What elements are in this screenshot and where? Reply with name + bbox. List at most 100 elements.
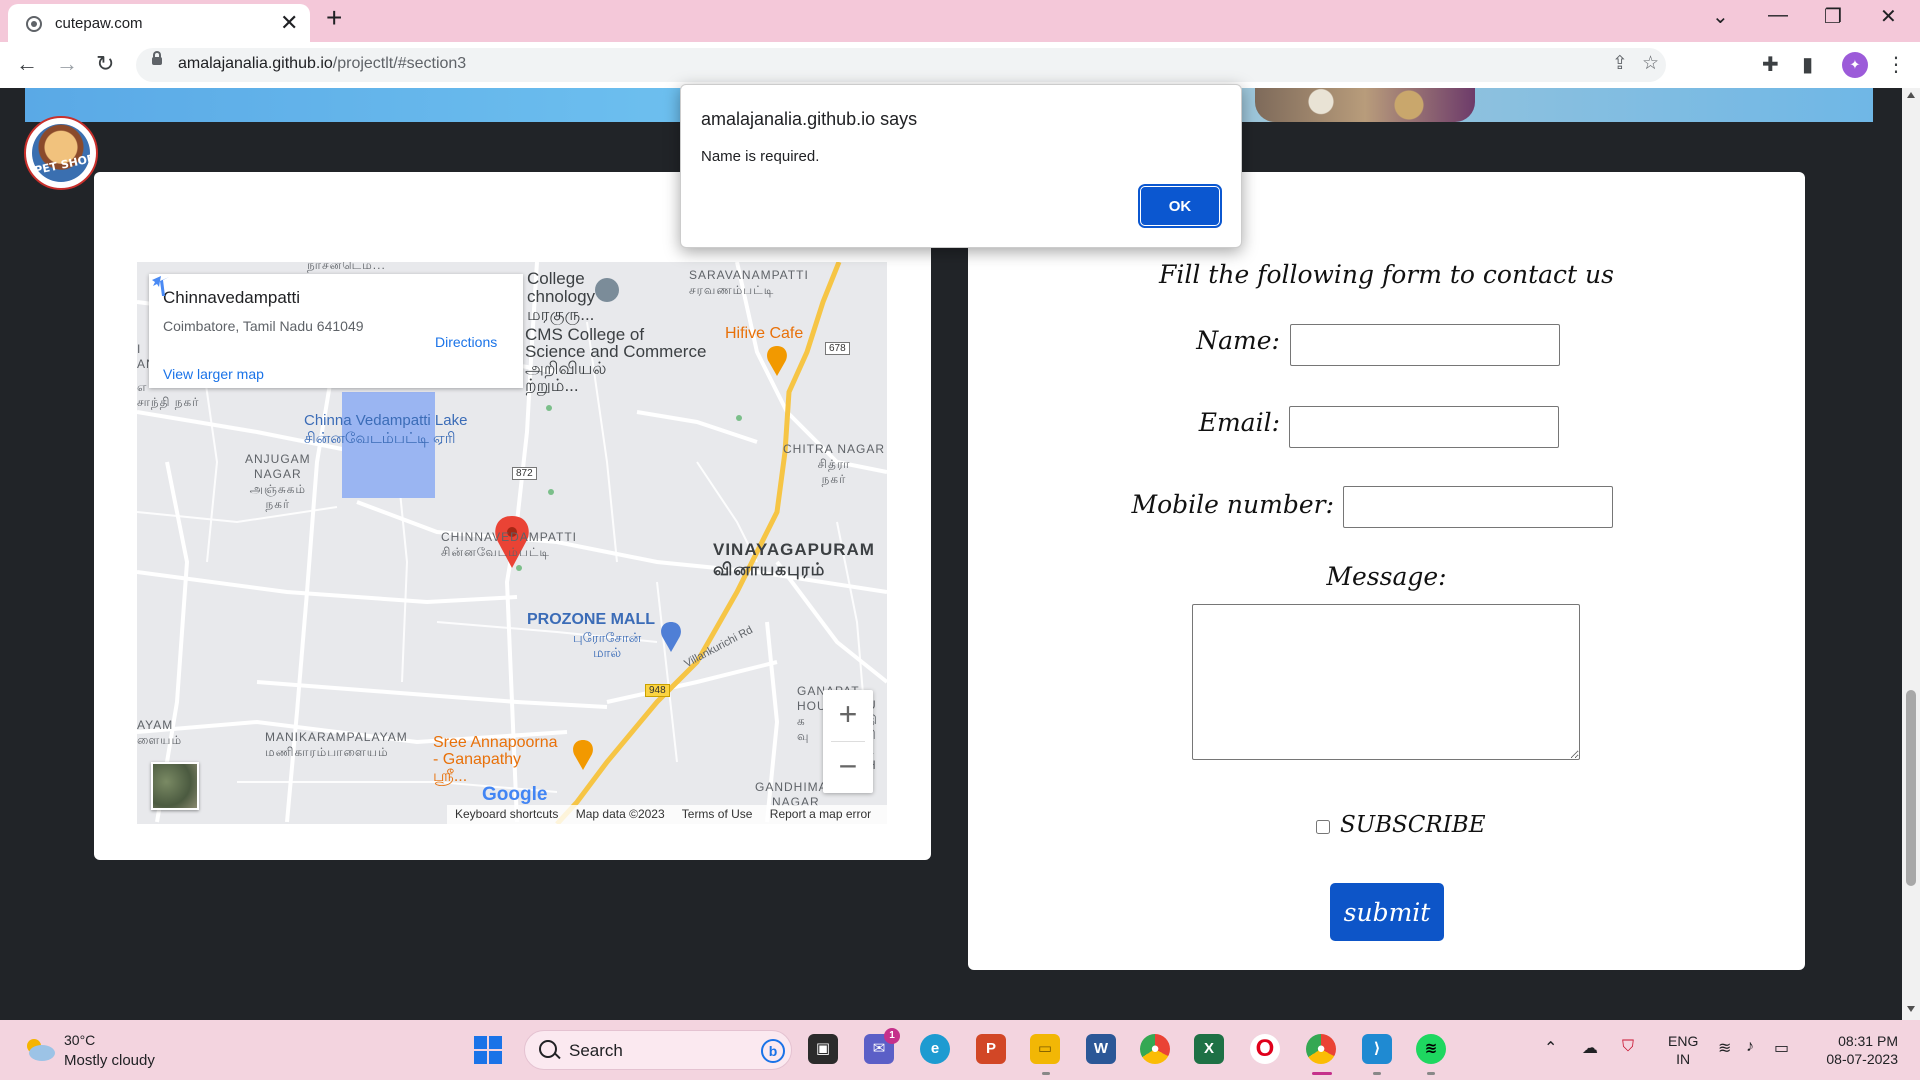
name-label: Name:: [1196, 326, 1280, 355]
maximize-button[interactable]: ❐: [1824, 4, 1842, 29]
globe-icon: [26, 16, 42, 32]
map-label-cms-college: CMS College of Science and Commerce அறிவ…: [525, 325, 707, 395]
profile-avatar[interactable]: ✦: [1842, 52, 1868, 78]
word-icon[interactable]: W: [1086, 1034, 1116, 1064]
weather-description[interactable]: Mostly cloudy: [64, 1052, 155, 1069]
url-field[interactable]: amalajanalia.github.io/projectlt/#sectio…: [136, 48, 1666, 82]
tab-strip: cutepaw.com ✕ + ⌄ — ❐ ✕: [0, 0, 1920, 42]
map-label-prozone-tamil: புரோசோன் மால்: [573, 630, 642, 660]
opera-icon[interactable]: O: [1250, 1034, 1280, 1064]
language-indicator[interactable]: ENG IN: [1668, 1032, 1698, 1068]
map-label-chinnavedampatti: CHINNAVEDAMPATTI சின்னவேடம்பட்டி: [441, 530, 578, 559]
back-icon[interactable]: ←: [16, 51, 38, 77]
task-view-icon[interactable]: ▣: [808, 1034, 838, 1064]
tab-title: cutepaw.com: [55, 15, 143, 32]
road-shield-678: 678: [825, 342, 850, 355]
place-name: Chinnavedampatti: [163, 288, 301, 307]
email-label: Email:: [1198, 408, 1280, 437]
map-data-text: Map data ©2023: [575, 807, 665, 821]
road-shield-872: 872: [512, 467, 537, 480]
email-field[interactable]: [1289, 406, 1559, 448]
subscribe-checkbox[interactable]: [1316, 820, 1330, 834]
zoom-in-button[interactable]: +: [823, 690, 873, 740]
view-larger-map-link[interactable]: View larger map: [163, 366, 264, 382]
minimize-button[interactable]: —: [1768, 4, 1788, 27]
notification-badge: 1: [884, 1028, 900, 1044]
bing-icon[interactable]: b: [761, 1039, 785, 1063]
scroll-up-arrow-icon[interactable]: [1907, 92, 1915, 98]
system-clock[interactable]: 08:31 PM 08-07-2023: [1818, 1032, 1898, 1068]
map-label-sree-annapoorna: Sree Annapoorna - Ganapathy ஸ்ரீ...: [433, 734, 558, 785]
browser-tab[interactable]: cutepaw.com ✕: [8, 4, 310, 42]
excel-icon[interactable]: X: [1194, 1034, 1224, 1064]
windows-taskbar: 30°C Mostly cloudy Search b ▣ ✉ 1 e P ▭ W…: [0, 1020, 1920, 1080]
reload-icon[interactable]: ↻: [96, 51, 114, 77]
map-label-college: College chnology மரகுரு...: [527, 269, 596, 324]
terms-of-use-link[interactable]: Terms of Use: [682, 807, 753, 821]
edge-icon[interactable]: e: [920, 1034, 950, 1064]
dialog-message: Name is required.: [701, 148, 820, 165]
powerpoint-icon[interactable]: P: [976, 1034, 1006, 1064]
mcafee-shield-icon[interactable]: ⛉: [1622, 1038, 1634, 1056]
vscode-icon[interactable]: ⟩: [1362, 1034, 1392, 1064]
directions-icon[interactable]: [149, 274, 173, 298]
map-label-saravanampatti: SARAVANAMPATTI சரவணம்பட்டி: [689, 268, 809, 297]
form-heading: Fill the following form to contact us: [1159, 260, 1614, 289]
map-label-top: நாசன்டெம்...: [307, 262, 386, 272]
pet-shop-logo[interactable]: PET SHOP: [24, 116, 98, 190]
map-label-chitra-nagar: CHITRA NAGAR சித்ரா நகர்: [783, 442, 886, 486]
report-map-error-link[interactable]: Report a map error: [770, 807, 871, 821]
volume-icon[interactable]: ♪: [1746, 1038, 1754, 1056]
file-explorer-icon[interactable]: ▭: [1030, 1034, 1060, 1064]
tab-search-icon[interactable]: ⌄: [1712, 4, 1729, 29]
lock-icon[interactable]: [152, 51, 162, 65]
keyboard-shortcuts-link[interactable]: Keyboard shortcuts: [455, 807, 558, 821]
name-field[interactable]: [1290, 324, 1560, 366]
map-label-hifive-cafe: Hifive Cafe: [725, 325, 804, 342]
clock-date: 08-07-2023: [1826, 1051, 1898, 1067]
chrome-icon[interactable]: ●: [1140, 1034, 1170, 1064]
teams-chat-icon[interactable]: ✉ 1: [864, 1028, 900, 1064]
running-indicator: [1373, 1072, 1381, 1075]
map-label-anjugam-nagar: ANJUGAM NAGAR அஞ்சுகம் நகர்: [245, 452, 311, 511]
map-attribution: Keyboard shortcuts Map data ©2023 Terms …: [447, 805, 887, 824]
bookmark-star-icon[interactable]: ☆: [1642, 52, 1659, 75]
zoom-out-button[interactable]: −: [823, 742, 873, 792]
close-window-button[interactable]: ✕: [1880, 4, 1897, 29]
spotify-icon[interactable]: ≋: [1416, 1034, 1446, 1064]
battery-icon[interactable]: ▭: [1774, 1038, 1789, 1058]
message-label: Message:: [1326, 562, 1447, 591]
scroll-thumb[interactable]: [1906, 690, 1916, 886]
forward-icon[interactable]: →: [56, 51, 78, 77]
submit-button[interactable]: submit: [1330, 883, 1444, 941]
chrome-profile-icon[interactable]: ●: [1306, 1034, 1336, 1064]
extensions-icon[interactable]: ✚: [1762, 52, 1779, 77]
message-textarea[interactable]: [1192, 604, 1580, 760]
side-panel-icon[interactable]: ▮: [1802, 52, 1813, 77]
alert-dialog: amalajanalia.github.io says Name is requ…: [680, 84, 1242, 248]
google-map-embed[interactable]: SARAVANAMPATTI சரவணம்பட்டி College chnol…: [137, 262, 887, 824]
onedrive-cloud-icon[interactable]: ☁: [1582, 1038, 1598, 1058]
tab-close-icon[interactable]: ✕: [280, 10, 298, 36]
dialog-ok-button[interactable]: OK: [1138, 184, 1222, 228]
page-scrollbar[interactable]: [1902, 88, 1920, 1020]
new-tab-button[interactable]: +: [326, 2, 342, 34]
weather-temperature[interactable]: 30°C: [64, 1032, 95, 1048]
map-label-lake: Chinna Vedampatti Lake சின்னவேடம்பட்டி ஏ…: [304, 412, 468, 447]
running-indicator: [1427, 1072, 1435, 1075]
language-code: ENG: [1668, 1033, 1699, 1049]
windows-start-icon[interactable]: [474, 1036, 502, 1064]
taskbar-search[interactable]: Search b: [524, 1030, 792, 1070]
menu-kebab-icon[interactable]: ⋮: [1886, 52, 1906, 77]
chevron-up-icon[interactable]: ⌃: [1544, 1038, 1557, 1058]
clock-time: 08:31 PM: [1838, 1033, 1898, 1049]
mobile-field[interactable]: [1343, 486, 1613, 528]
scroll-down-arrow-icon[interactable]: [1907, 1006, 1915, 1012]
map-zoom-control: + −: [823, 690, 873, 793]
wifi-icon[interactable]: ≋: [1718, 1038, 1731, 1058]
share-icon[interactable]: ⇪: [1612, 52, 1628, 75]
cloud-sun-icon[interactable]: [22, 1036, 56, 1062]
google-logo: Google: [482, 784, 548, 805]
directions-link[interactable]: Directions: [435, 334, 497, 350]
satellite-toggle[interactable]: [151, 762, 199, 810]
